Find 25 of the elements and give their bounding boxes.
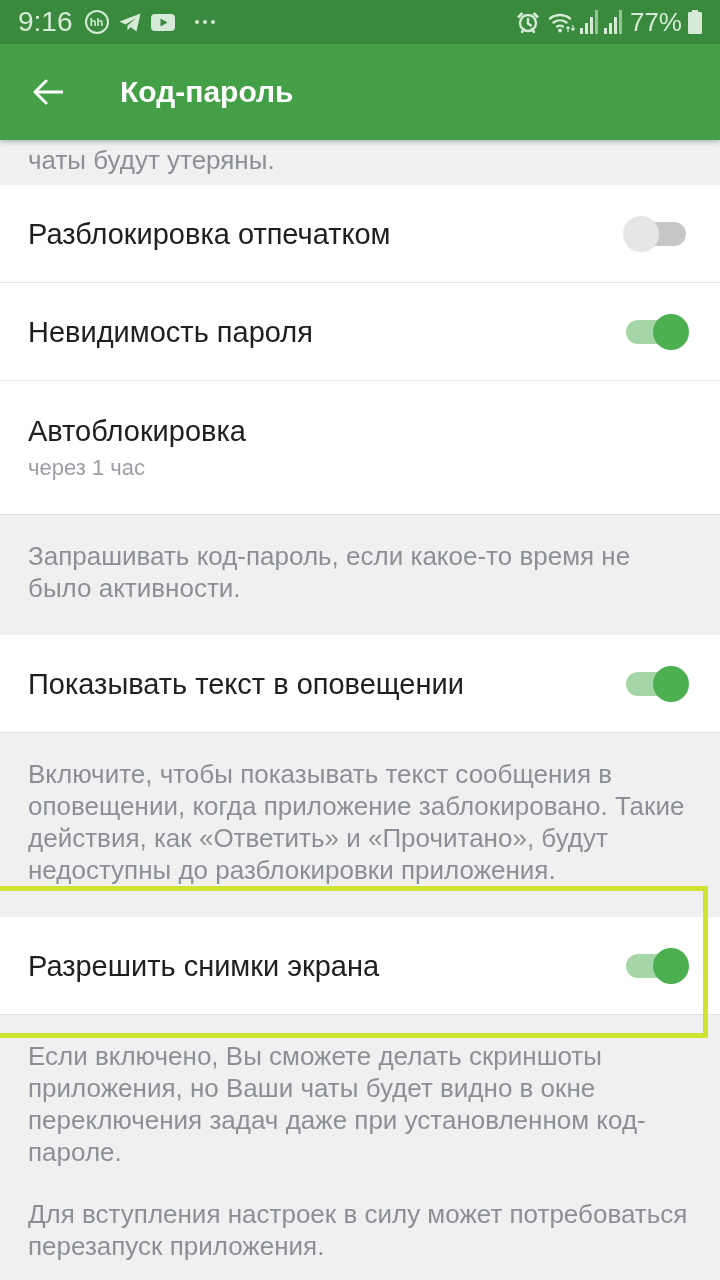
hint-text: Запрашивать код-пароль, если какое-то время не было активности.: [28, 540, 632, 604]
screen-title: Код-пароль: [120, 75, 294, 109]
setting-value: через 1 час: [28, 455, 145, 481]
wifi-icon: [547, 11, 576, 33]
status-time: 9:16: [18, 6, 73, 38]
battery-icon: [688, 10, 702, 34]
setting-label[interactable]: Разрешить снимки экрана: [28, 949, 380, 982]
setting-label[interactable]: Невидимость пароля: [28, 315, 313, 348]
hint-text: Включите, чтобы показывать текст сообщения в оповещении, когда приложение заблокировано. Такие действия, как «Ответить» и «Прочитано», будут недоступны до разблокировки приложения.: [28, 758, 686, 886]
alarm-clock-icon: [515, 10, 540, 34]
more-dots-icon: [194, 20, 215, 24]
signal-icon: [579, 10, 600, 34]
setting-label[interactable]: Разблокировка отпечатком: [28, 217, 391, 250]
back-button[interactable]: [32, 78, 64, 106]
hint-text: Если включено, Вы сможете делать скриншоты приложения, но Ваши чаты будет видно в окне переключения задач даже при установленном код-пароле.: [28, 1040, 647, 1168]
setting-label[interactable]: Показывать текст в оповещении: [28, 667, 464, 700]
paper-plane-icon: [118, 12, 141, 32]
play-button-icon: [150, 13, 175, 31]
app-badge-icon: hh: [84, 10, 109, 34]
note-text: чаты будут утеряны.: [27, 144, 276, 177]
hint-text: Для вступления настроек в силу может потребоваться перезапуск приложения.: [28, 1198, 689, 1262]
back-arrow-icon: [33, 79, 63, 105]
signal-icon: [603, 10, 624, 34]
battery-percent: 77%: [629, 6, 682, 38]
setting-label[interactable]: Автоблокировка: [28, 415, 246, 447]
